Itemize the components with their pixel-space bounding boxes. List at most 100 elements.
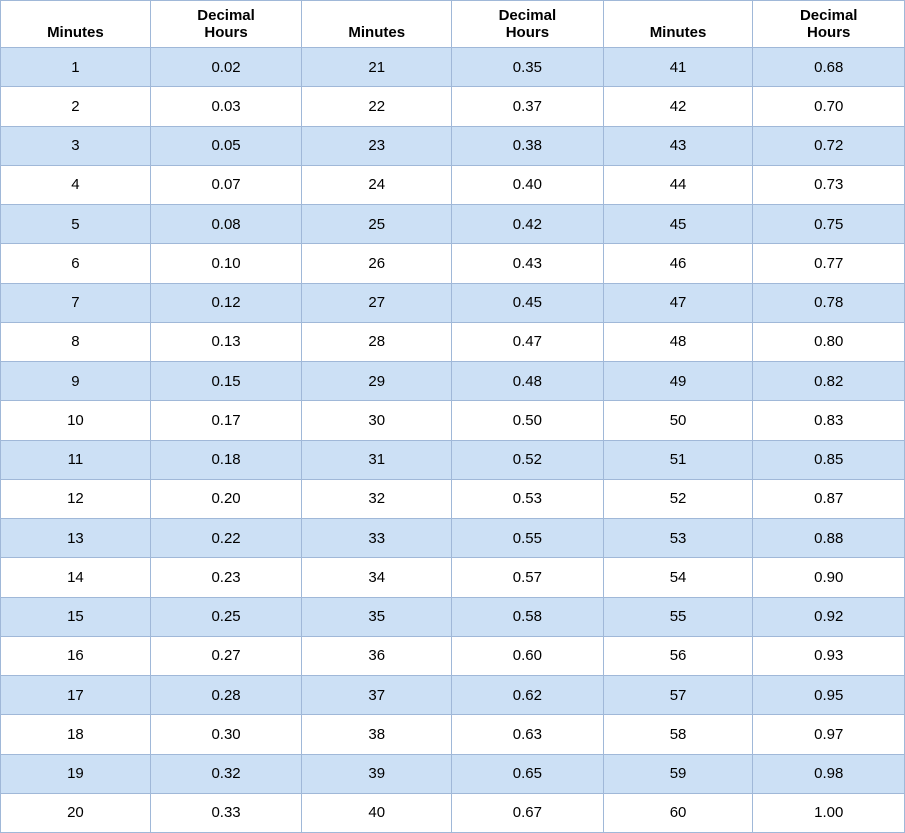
table-cell: 0.18	[150, 440, 302, 479]
table-cell: 48	[603, 322, 753, 361]
table-cell: 0.20	[150, 479, 302, 518]
table-cell: 23	[302, 126, 452, 165]
table-row: 150.25350.58550.92	[1, 597, 905, 636]
table-cell: 54	[603, 558, 753, 597]
table-cell: 34	[302, 558, 452, 597]
table-cell: 10	[1, 401, 151, 440]
table-cell: 44	[603, 165, 753, 204]
table-row: 110.18310.52510.85	[1, 440, 905, 479]
table-row: 80.13280.47480.80	[1, 322, 905, 361]
table-cell: 0.82	[753, 362, 905, 401]
table-cell: 0.50	[452, 401, 604, 440]
table-cell: 0.53	[452, 479, 604, 518]
table-cell: 42	[603, 87, 753, 126]
table-cell: 57	[603, 676, 753, 715]
table-cell: 0.75	[753, 205, 905, 244]
table-cell: 0.45	[452, 283, 604, 322]
table-cell: 26	[302, 244, 452, 283]
table-cell: 0.37	[452, 87, 604, 126]
table-cell: 0.60	[452, 636, 604, 675]
table-row: 180.30380.63580.97	[1, 715, 905, 754]
table-cell: 59	[603, 754, 753, 793]
table-cell: 53	[603, 519, 753, 558]
table-cell: 0.17	[150, 401, 302, 440]
table-cell: 6	[1, 244, 151, 283]
table-cell: 40	[302, 793, 452, 832]
table-row: 40.07240.40440.73	[1, 165, 905, 204]
table-cell: 1.00	[753, 793, 905, 832]
table-cell: 0.68	[753, 48, 905, 87]
table-row: 70.12270.45470.78	[1, 283, 905, 322]
table-cell: 3	[1, 126, 151, 165]
table-cell: 0.55	[452, 519, 604, 558]
table-cell: 37	[302, 676, 452, 715]
table-row: 170.28370.62570.95	[1, 676, 905, 715]
table-cell: 0.43	[452, 244, 604, 283]
table-cell: 0.72	[753, 126, 905, 165]
table-cell: 0.33	[150, 793, 302, 832]
table-cell: 41	[603, 48, 753, 87]
table-cell: 46	[603, 244, 753, 283]
table-cell: 0.87	[753, 479, 905, 518]
table-cell: 0.65	[452, 754, 604, 793]
table-cell: 38	[302, 715, 452, 754]
table-cell: 1	[1, 48, 151, 87]
table-row: 130.22330.55530.88	[1, 519, 905, 558]
table-cell: 0.22	[150, 519, 302, 558]
col-header-minutes-1: Minutes	[1, 1, 151, 48]
table-cell: 0.70	[753, 87, 905, 126]
table-cell: 49	[603, 362, 753, 401]
table-row: 120.20320.53520.87	[1, 479, 905, 518]
table-cell: 0.52	[452, 440, 604, 479]
table-cell: 35	[302, 597, 452, 636]
table-cell: 20	[1, 793, 151, 832]
table-cell: 52	[603, 479, 753, 518]
table-cell: 16	[1, 636, 151, 675]
table-cell: 4	[1, 165, 151, 204]
table-cell: 0.47	[452, 322, 604, 361]
col-header-minutes-2: Minutes	[302, 1, 452, 48]
table-cell: 0.15	[150, 362, 302, 401]
table-cell: 5	[1, 205, 151, 244]
table-cell: 0.62	[452, 676, 604, 715]
table-cell: 0.25	[150, 597, 302, 636]
table-cell: 13	[1, 519, 151, 558]
table-cell: 11	[1, 440, 151, 479]
table-cell: 0.77	[753, 244, 905, 283]
table-cell: 55	[603, 597, 753, 636]
table-cell: 0.23	[150, 558, 302, 597]
table-cell: 0.32	[150, 754, 302, 793]
table-cell: 21	[302, 48, 452, 87]
table-cell: 50	[603, 401, 753, 440]
table-cell: 22	[302, 87, 452, 126]
conversion-table: Minutes DecimalHours Minutes DecimalHour…	[0, 0, 905, 833]
table-cell: 8	[1, 322, 151, 361]
table-cell: 17	[1, 676, 151, 715]
table-cell: 2	[1, 87, 151, 126]
table-cell: 18	[1, 715, 151, 754]
table-row: 190.32390.65590.98	[1, 754, 905, 793]
table-row: 140.23340.57540.90	[1, 558, 905, 597]
table-cell: 0.80	[753, 322, 905, 361]
table-row: 50.08250.42450.75	[1, 205, 905, 244]
table-cell: 33	[302, 519, 452, 558]
table-cell: 0.03	[150, 87, 302, 126]
table-cell: 9	[1, 362, 151, 401]
table-cell: 58	[603, 715, 753, 754]
table-cell: 0.83	[753, 401, 905, 440]
table-cell: 0.90	[753, 558, 905, 597]
table-row: 60.10260.43460.77	[1, 244, 905, 283]
table-cell: 15	[1, 597, 151, 636]
table-cell: 0.95	[753, 676, 905, 715]
table-cell: 7	[1, 283, 151, 322]
table-cell: 0.40	[452, 165, 604, 204]
table-cell: 0.93	[753, 636, 905, 675]
table-cell: 24	[302, 165, 452, 204]
table-cell: 29	[302, 362, 452, 401]
col-header-decimal-2: DecimalHours	[452, 1, 604, 48]
table-cell: 47	[603, 283, 753, 322]
table-cell: 31	[302, 440, 452, 479]
table-row: 20.03220.37420.70	[1, 87, 905, 126]
header-row: Minutes DecimalHours Minutes DecimalHour…	[1, 1, 905, 48]
table-row: 10.02210.35410.68	[1, 48, 905, 87]
